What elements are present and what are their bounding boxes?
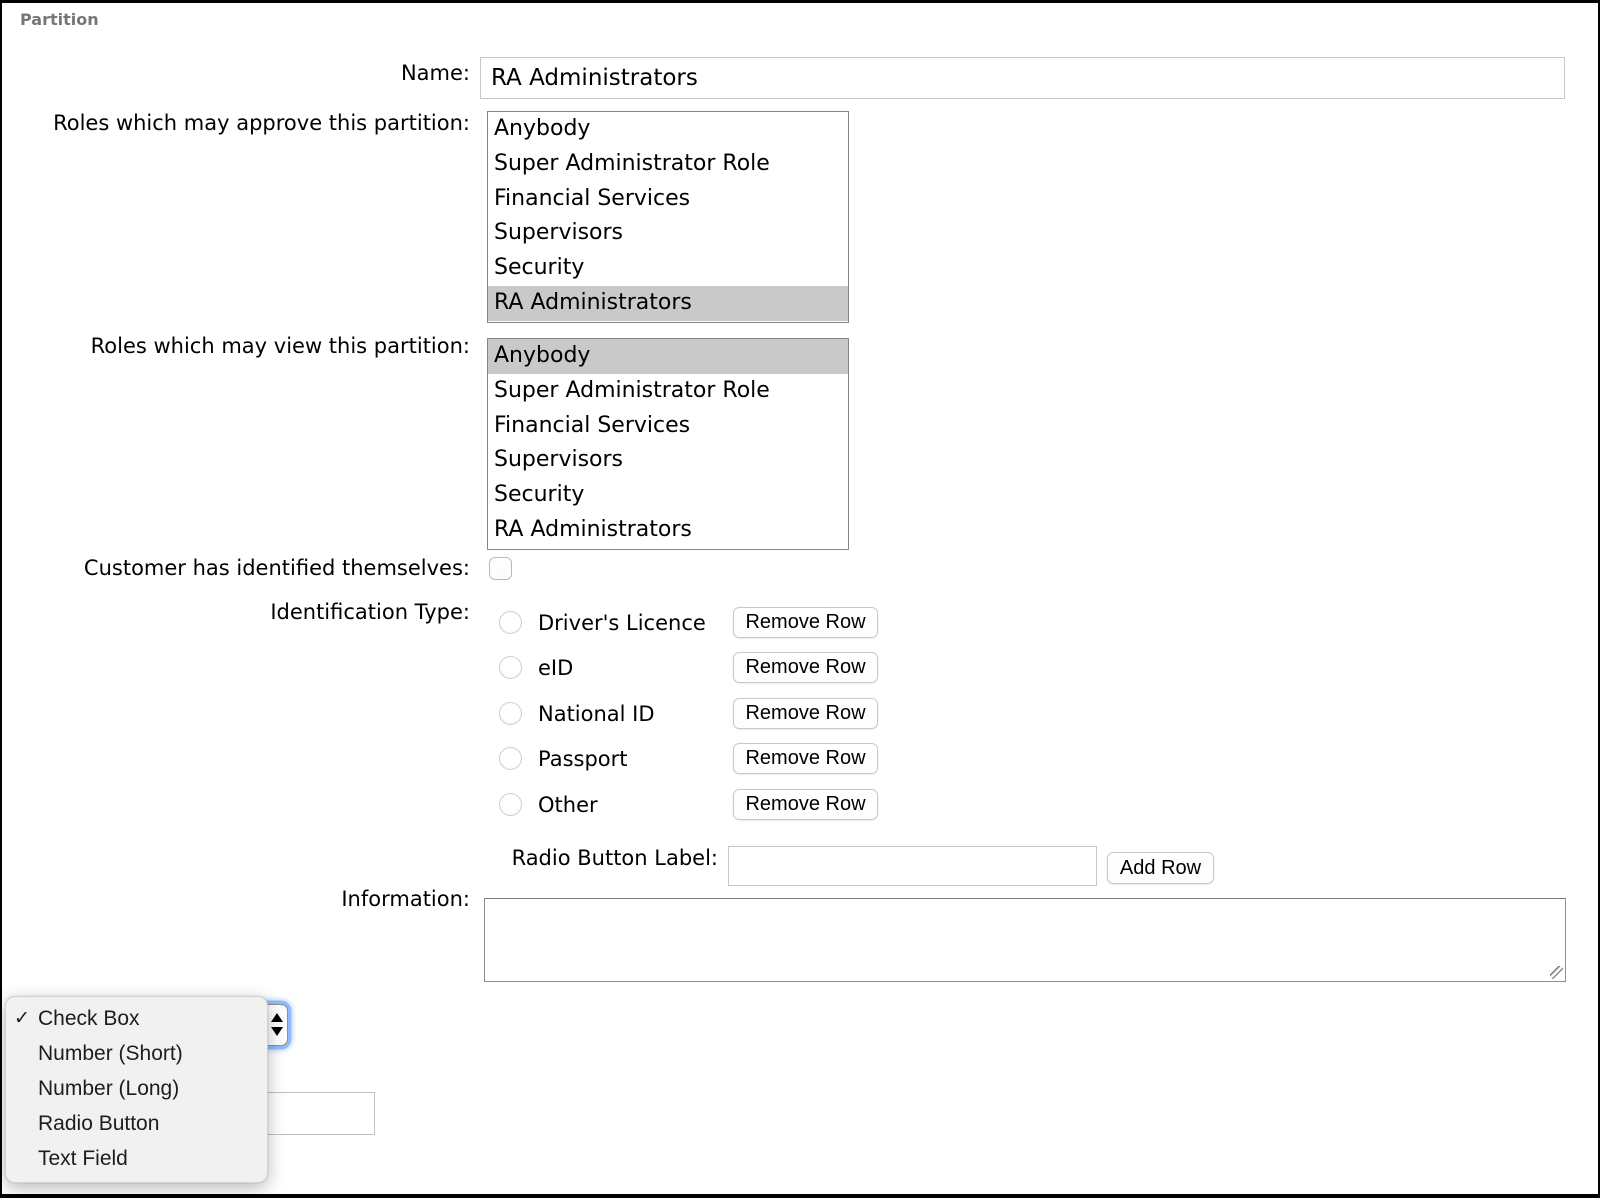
- radio-button[interactable]: [499, 793, 522, 816]
- identification-row: National ID Remove Row: [499, 696, 655, 731]
- menu-item[interactable]: Number (Long): [6, 1071, 267, 1106]
- menu-item-label: Check Box: [38, 1007, 140, 1030]
- information-textarea-wrap: [484, 898, 1566, 982]
- add-row-button[interactable]: Add Row: [1107, 852, 1214, 884]
- page-title: Partition: [20, 10, 99, 29]
- view-roles-listbox[interactable]: Anybody Super Administrator Role Financi…: [487, 338, 849, 550]
- radio-button-label-input[interactable]: [728, 846, 1097, 886]
- list-option[interactable]: Supervisors: [488, 443, 848, 478]
- radio-button[interactable]: [499, 747, 522, 770]
- radio-option-label: National ID: [538, 702, 655, 726]
- identification-type-label: Identification Type:: [0, 599, 470, 625]
- remove-row-button[interactable]: Remove Row: [733, 607, 878, 638]
- name-label: Name:: [0, 60, 470, 86]
- remove-row-button[interactable]: Remove Row: [733, 652, 878, 683]
- menu-item[interactable]: ✓ Check Box: [6, 1001, 267, 1036]
- list-option[interactable]: Super Administrator Role: [488, 374, 848, 409]
- menu-item-label: Number (Short): [38, 1042, 183, 1065]
- radio-option-label: Other: [538, 793, 598, 817]
- approve-roles-listbox[interactable]: Anybody Super Administrator Role Financi…: [487, 111, 849, 323]
- name-input[interactable]: [480, 57, 1565, 99]
- radio-button-label-label: Radio Button Label:: [0, 845, 718, 871]
- field-type-menu: ✓ Check Box Number (Short) Number (Long)…: [5, 996, 268, 1183]
- list-option[interactable]: RA Administrators: [488, 513, 848, 548]
- identification-row: Other Remove Row: [499, 787, 598, 822]
- list-option[interactable]: Super Administrator Role: [488, 147, 848, 182]
- radio-button[interactable]: [499, 702, 522, 725]
- menu-item[interactable]: Radio Button: [6, 1106, 267, 1141]
- customer-identified-label: Customer has identified themselves:: [0, 555, 470, 581]
- menu-item[interactable]: Text Field: [6, 1141, 267, 1176]
- menu-item-label: Number (Long): [38, 1077, 179, 1100]
- remove-row-button[interactable]: Remove Row: [733, 743, 878, 774]
- remove-row-button[interactable]: Remove Row: [733, 698, 878, 729]
- remove-row-button[interactable]: Remove Row: [733, 789, 878, 820]
- menu-item-label: Radio Button: [38, 1112, 159, 1135]
- list-option-selected[interactable]: Anybody: [488, 339, 848, 374]
- list-option[interactable]: Financial Services: [488, 409, 848, 444]
- radio-button[interactable]: [499, 611, 522, 634]
- identification-row: Driver's Licence Remove Row: [499, 605, 706, 640]
- checkmark-icon: ✓: [14, 1001, 38, 1036]
- identification-row: eID Remove Row: [499, 650, 573, 685]
- customer-identified-checkbox[interactable]: [489, 557, 512, 580]
- menu-item[interactable]: Number (Short): [6, 1036, 267, 1071]
- identification-row: Passport Remove Row: [499, 741, 628, 776]
- list-option[interactable]: Anybody: [488, 112, 848, 147]
- chevron-up-down-icon: [270, 1013, 283, 1037]
- list-option[interactable]: Security: [488, 478, 848, 513]
- approve-roles-label: Roles which may approve this partition:: [0, 110, 470, 136]
- information-textarea[interactable]: [484, 898, 1566, 982]
- radio-option-label: Passport: [538, 747, 628, 771]
- view-roles-label: Roles which may view this partition:: [0, 333, 470, 359]
- radio-option-label: Driver's Licence: [538, 611, 706, 635]
- menu-item-label: Text Field: [38, 1147, 128, 1170]
- list-option[interactable]: Financial Services: [488, 182, 848, 217]
- radio-option-label: eID: [538, 656, 573, 680]
- list-option[interactable]: Security: [488, 251, 848, 286]
- radio-button[interactable]: [499, 656, 522, 679]
- list-option-selected[interactable]: RA Administrators: [488, 286, 848, 321]
- information-label: Information:: [0, 886, 470, 912]
- list-option[interactable]: Supervisors: [488, 216, 848, 251]
